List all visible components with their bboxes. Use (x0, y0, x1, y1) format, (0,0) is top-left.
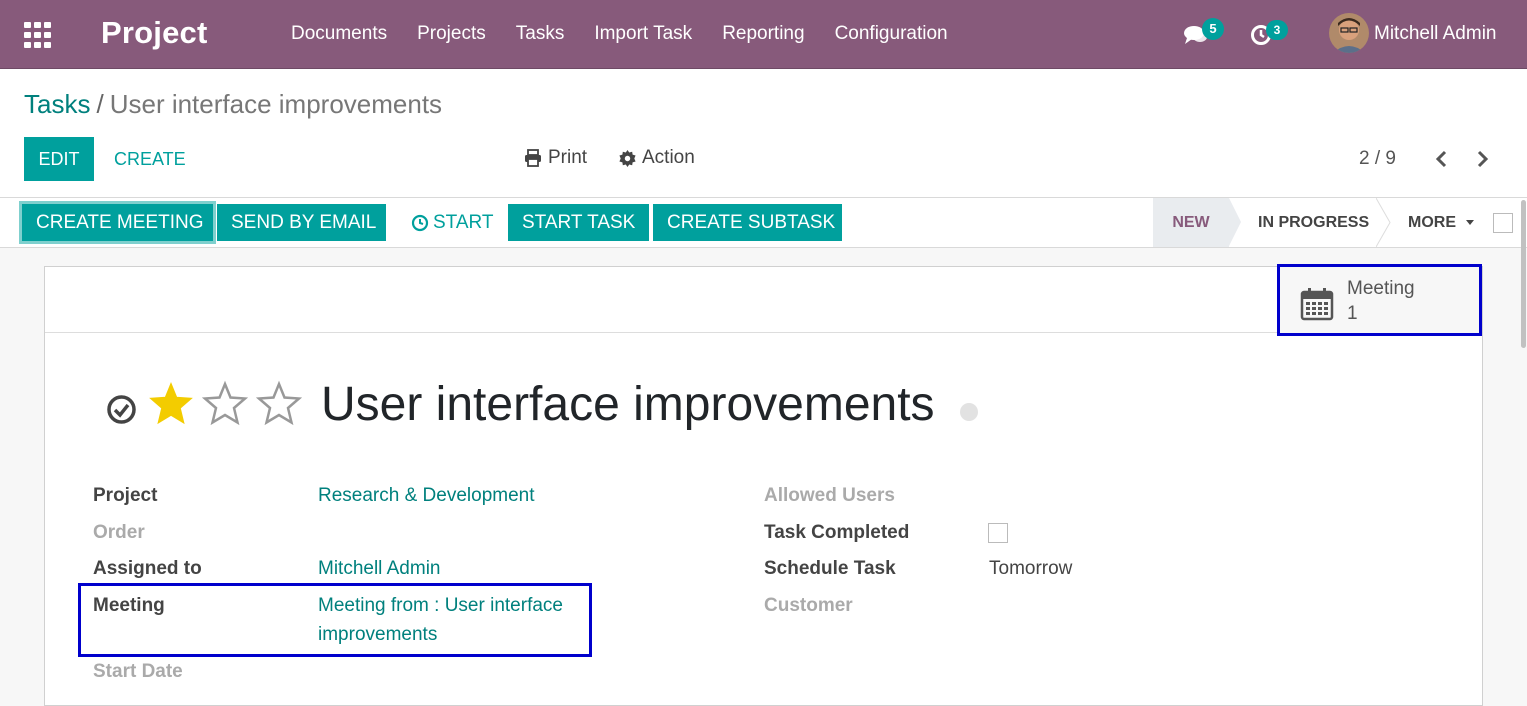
field-label-schedule-task: Schedule Task (764, 558, 896, 579)
pager-value[interactable]: 2 / 9 (1359, 148, 1396, 170)
chevron-left-icon[interactable] (1433, 149, 1451, 169)
apps-grid-icon[interactable] (24, 22, 52, 48)
menu-documents[interactable]: Documents (291, 23, 387, 45)
create-button[interactable]: CREATE (114, 137, 186, 181)
stage-more-dropdown[interactable]: MORE (1408, 198, 1475, 247)
action-label: Action (642, 147, 695, 168)
task-completed-checkbox[interactable] (988, 523, 1008, 543)
caret-down-icon (1466, 220, 1475, 226)
field-label-allowed-users: Allowed Users (764, 485, 895, 506)
status-bar: CREATE MEETING SEND BY EMAIL START START… (0, 198, 1527, 248)
menu-tasks[interactable]: Tasks (516, 23, 565, 45)
menu-import-task[interactable]: Import Task (594, 23, 692, 45)
field-value-project[interactable]: Research & Development (318, 485, 535, 507)
menu-configuration[interactable]: Configuration (835, 23, 948, 45)
field-label-order: Order (93, 522, 145, 543)
menu-projects[interactable]: Projects (417, 23, 486, 45)
create-subtask-button[interactable]: CREATE SUBTASK (653, 204, 842, 241)
kanban-state-icon[interactable] (960, 403, 978, 421)
done-check-icon[interactable] (106, 394, 137, 425)
start-timer-button[interactable]: START (397, 204, 508, 241)
breadcrumb-separator: / (96, 89, 104, 119)
field-value-assigned-to[interactable]: Mitchell Admin (318, 558, 441, 580)
print-dropdown[interactable]: Print (524, 147, 587, 169)
user-name[interactable]: Mitchell Admin (1374, 23, 1497, 45)
printer-icon (525, 149, 541, 167)
smart-button-box: Meeting 1 (45, 267, 1482, 334)
priority-star-filled-icon[interactable] (147, 380, 195, 428)
field-label-project: Project (93, 485, 158, 506)
stage-in-progress[interactable]: IN PROGRESS (1258, 198, 1369, 247)
timer-icon (411, 214, 429, 231)
action-dropdown[interactable]: Action (619, 147, 695, 169)
start-task-button[interactable]: START TASK (508, 204, 649, 241)
field-label-start-date: Start Date (93, 661, 183, 682)
messages-count-badge: 5 (1202, 18, 1224, 40)
main-menu: Documents Projects Tasks Import Task Rep… (291, 23, 978, 45)
stage-new[interactable]: NEW (1153, 198, 1229, 247)
breadcrumb: Tasks / User interface improvements (24, 89, 442, 120)
activities-count-badge: 3 (1266, 20, 1288, 40)
highlight-meeting-field (78, 583, 592, 657)
task-title: User interface improvements (321, 378, 935, 431)
menu-reporting[interactable]: Reporting (722, 23, 804, 45)
control-panel: Tasks / User interface improvements EDIT C… (0, 69, 1527, 198)
stage-separator (1376, 198, 1391, 247)
breadcrumb-tasks-link[interactable]: Tasks (24, 89, 90, 119)
chevron-right-icon[interactable] (1473, 149, 1491, 169)
field-value-schedule-task[interactable]: Tomorrow (989, 558, 1072, 580)
highlight-meeting-smart-button (1277, 264, 1482, 336)
print-label: Print (548, 147, 588, 168)
select-checkbox[interactable] (1493, 213, 1513, 233)
start-label: START (433, 212, 494, 233)
field-label-customer: Customer (764, 595, 853, 616)
send-by-email-button[interactable]: SEND BY EMAIL (217, 204, 386, 241)
top-navbar: Project Documents Projects Tasks Import … (0, 0, 1527, 69)
field-label-task-completed: Task Completed (764, 522, 910, 543)
stage-more-label: MORE (1408, 214, 1456, 231)
priority-star-empty-icon[interactable] (255, 380, 303, 428)
app-brand[interactable]: Project (101, 15, 208, 51)
field-label-assigned-to: Assigned to (93, 558, 202, 579)
priority-star-empty-icon[interactable] (201, 380, 249, 428)
user-avatar[interactable] (1329, 13, 1369, 53)
gear-icon (619, 149, 636, 167)
create-meeting-button[interactable]: CREATE MEETING (22, 204, 213, 241)
scrollbar[interactable] (1521, 200, 1526, 348)
edit-button[interactable]: EDIT (24, 137, 94, 181)
breadcrumb-current: User interface improvements (109, 89, 443, 119)
stage-arrow (1229, 198, 1241, 246)
